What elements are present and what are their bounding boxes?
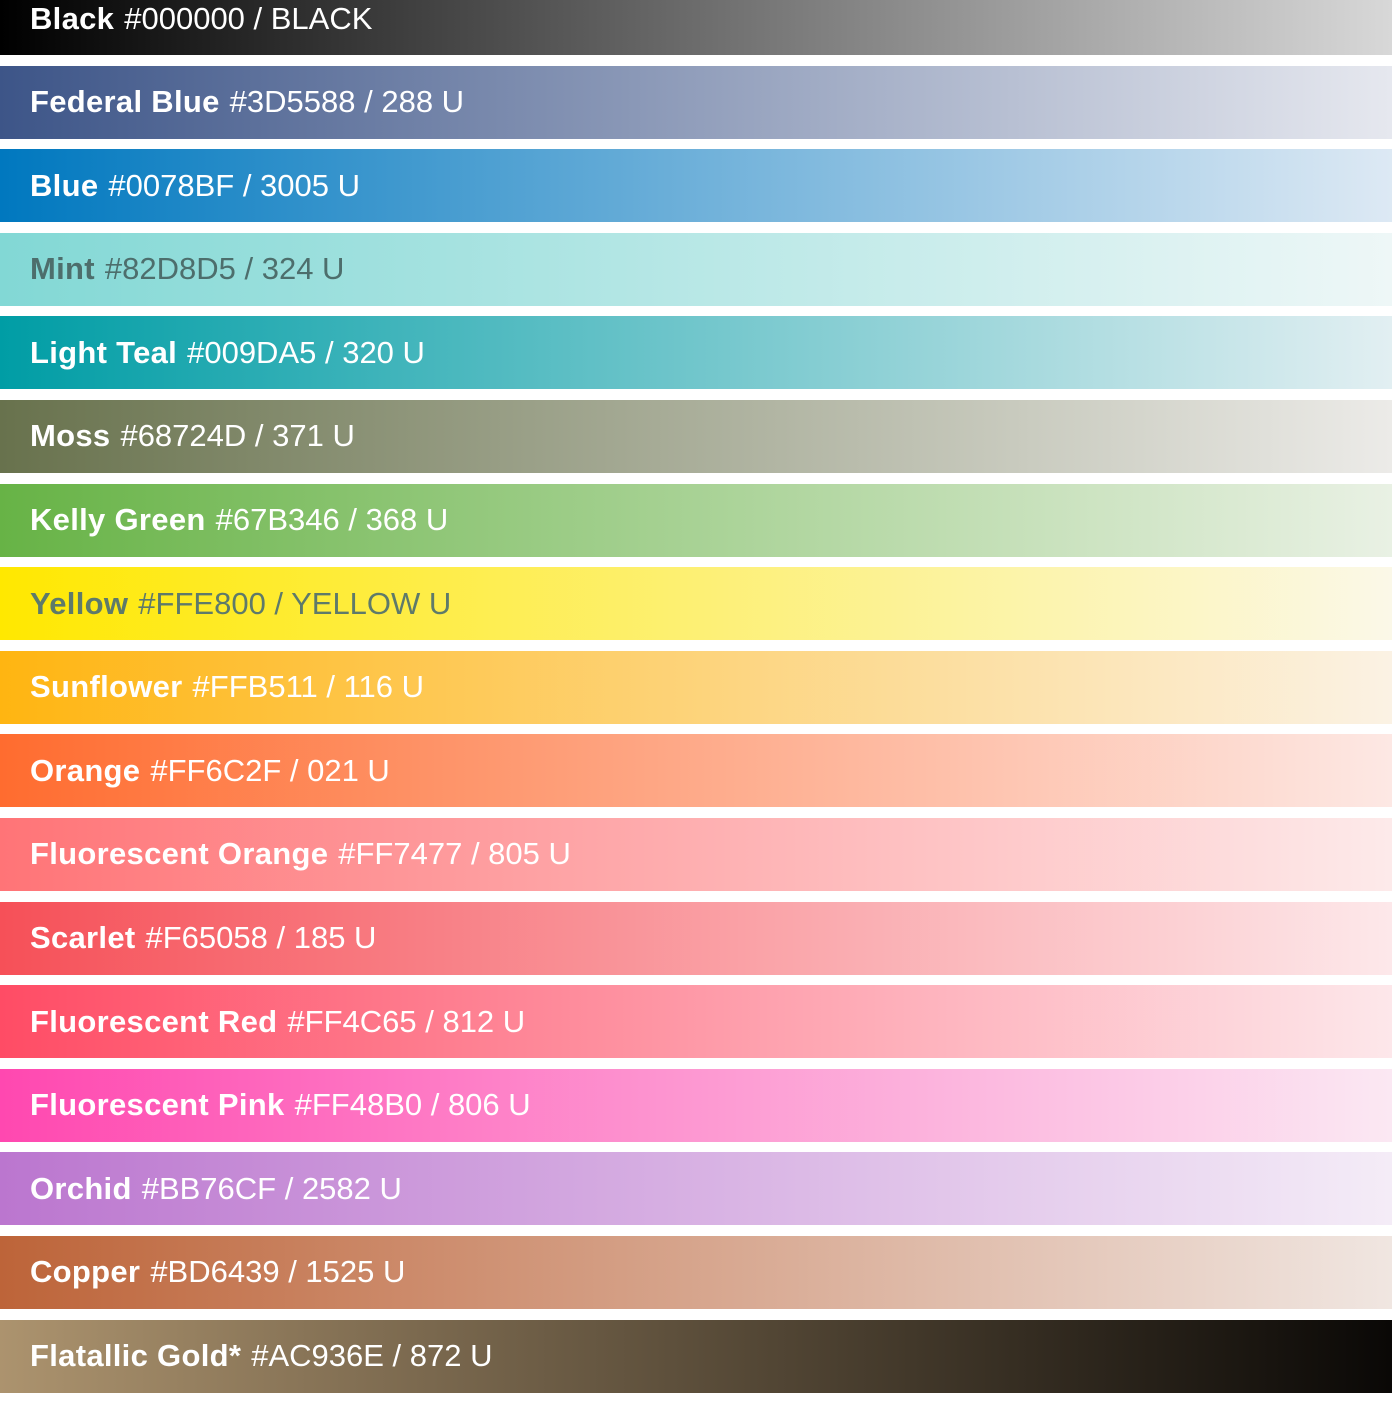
swatch-color-name: Copper — [30, 1254, 141, 1290]
color-swatch-row: Fluorescent Red #FF4C65 / 812 U — [0, 985, 1392, 1059]
swatch-color-codes: #009DA5 / 320 U — [187, 334, 425, 370]
swatch-color-name: Black — [30, 0, 115, 36]
swatch-color-codes: #FFB511 / 116 U — [192, 669, 425, 705]
swatch-color-name: Blue — [30, 167, 99, 203]
color-swatch-row: Flatallic Gold* #AC936E / 872 U — [0, 1319, 1392, 1393]
swatch-color-codes: #67B346 / 368 U — [215, 502, 449, 538]
color-swatch-row: Scarlet #F65058 / 185 U — [0, 901, 1392, 975]
swatch-color-name: Fluorescent Orange — [30, 836, 329, 872]
color-swatch-row: Moss #68724D / 371 U — [0, 399, 1392, 473]
color-swatch-row: Fluorescent Pink #FF48B0 / 806 U — [0, 1068, 1392, 1142]
swatch-color-codes: #FF4C65 / 812 U — [287, 1003, 526, 1039]
color-swatch-row: Blue #0078BF / 3005 U — [0, 149, 1392, 223]
swatch-color-name: Moss — [30, 418, 111, 454]
swatch-color-name: Kelly Green — [30, 502, 206, 538]
swatch-color-codes: #82D8D5 / 324 U — [104, 251, 345, 287]
swatch-color-name: Mint — [30, 251, 95, 287]
swatch-color-codes: #F65058 / 185 U — [145, 920, 377, 956]
swatch-color-name: Fluorescent Pink — [30, 1087, 285, 1123]
color-swatch-row: Orange #FF6C2F / 021 U — [0, 734, 1392, 808]
color-swatch-row: Yellow #FFE800 / YELLOW U — [0, 567, 1392, 641]
color-swatch-row: Copper #BD6439 / 1525 U — [0, 1235, 1392, 1309]
color-swatch-row: Sunflower #FFB511 / 116 U — [0, 650, 1392, 724]
color-swatch-row: Federal Blue #3D5588 / 288 U — [0, 65, 1392, 139]
swatch-color-codes: #FF7477 / 805 U — [338, 836, 571, 872]
swatch-color-name: Orchid — [30, 1170, 132, 1206]
swatch-color-name: Orange — [30, 752, 141, 788]
swatch-color-name: Yellow — [30, 585, 129, 621]
swatch-color-codes: #BB76CF / 2582 U — [141, 1170, 402, 1206]
swatch-color-name: Light Teal — [30, 334, 178, 370]
swatch-color-codes: #000000 / BLACK — [124, 0, 373, 36]
swatch-color-codes: #FFE800 / YELLOW U — [138, 585, 452, 621]
swatch-color-codes: #3D5588 / 288 U — [229, 84, 465, 120]
color-swatch-row: Light Teal #009DA5 / 320 U — [0, 316, 1392, 390]
swatch-color-codes: #AC936E / 872 U — [251, 1338, 493, 1373]
color-swatch-row: Fluorescent Orange #FF7477 / 805 U — [0, 817, 1392, 891]
color-swatch-row: Kelly Green #67B346 / 368 U — [0, 483, 1392, 557]
swatch-color-name: Fluorescent Red — [30, 1003, 278, 1039]
color-swatch-row: Mint #82D8D5 / 324 U — [0, 232, 1392, 306]
color-swatch-list: Black #000000 / BLACK Federal Blue #3D5588 … — [0, 0, 1392, 1403]
swatch-color-codes: #FF48B0 / 806 U — [294, 1087, 531, 1123]
swatch-color-name: Flatallic Gold* — [30, 1338, 242, 1373]
swatch-color-codes: #FF6C2F / 021 U — [150, 752, 390, 788]
color-swatch-row: Orchid #BB76CF / 2582 U — [0, 1152, 1392, 1226]
swatch-color-name: Federal Blue — [30, 84, 220, 120]
swatch-color-name: Scarlet — [30, 920, 136, 956]
swatch-color-name: Sunflower — [30, 669, 183, 705]
swatch-color-codes: #BD6439 / 1525 U — [150, 1254, 406, 1290]
swatch-color-codes: #68724D / 371 U — [120, 418, 355, 454]
color-swatch-row: Black #000000 / BLACK — [0, 0, 1392, 55]
swatch-color-codes: #0078BF / 3005 U — [108, 167, 361, 203]
